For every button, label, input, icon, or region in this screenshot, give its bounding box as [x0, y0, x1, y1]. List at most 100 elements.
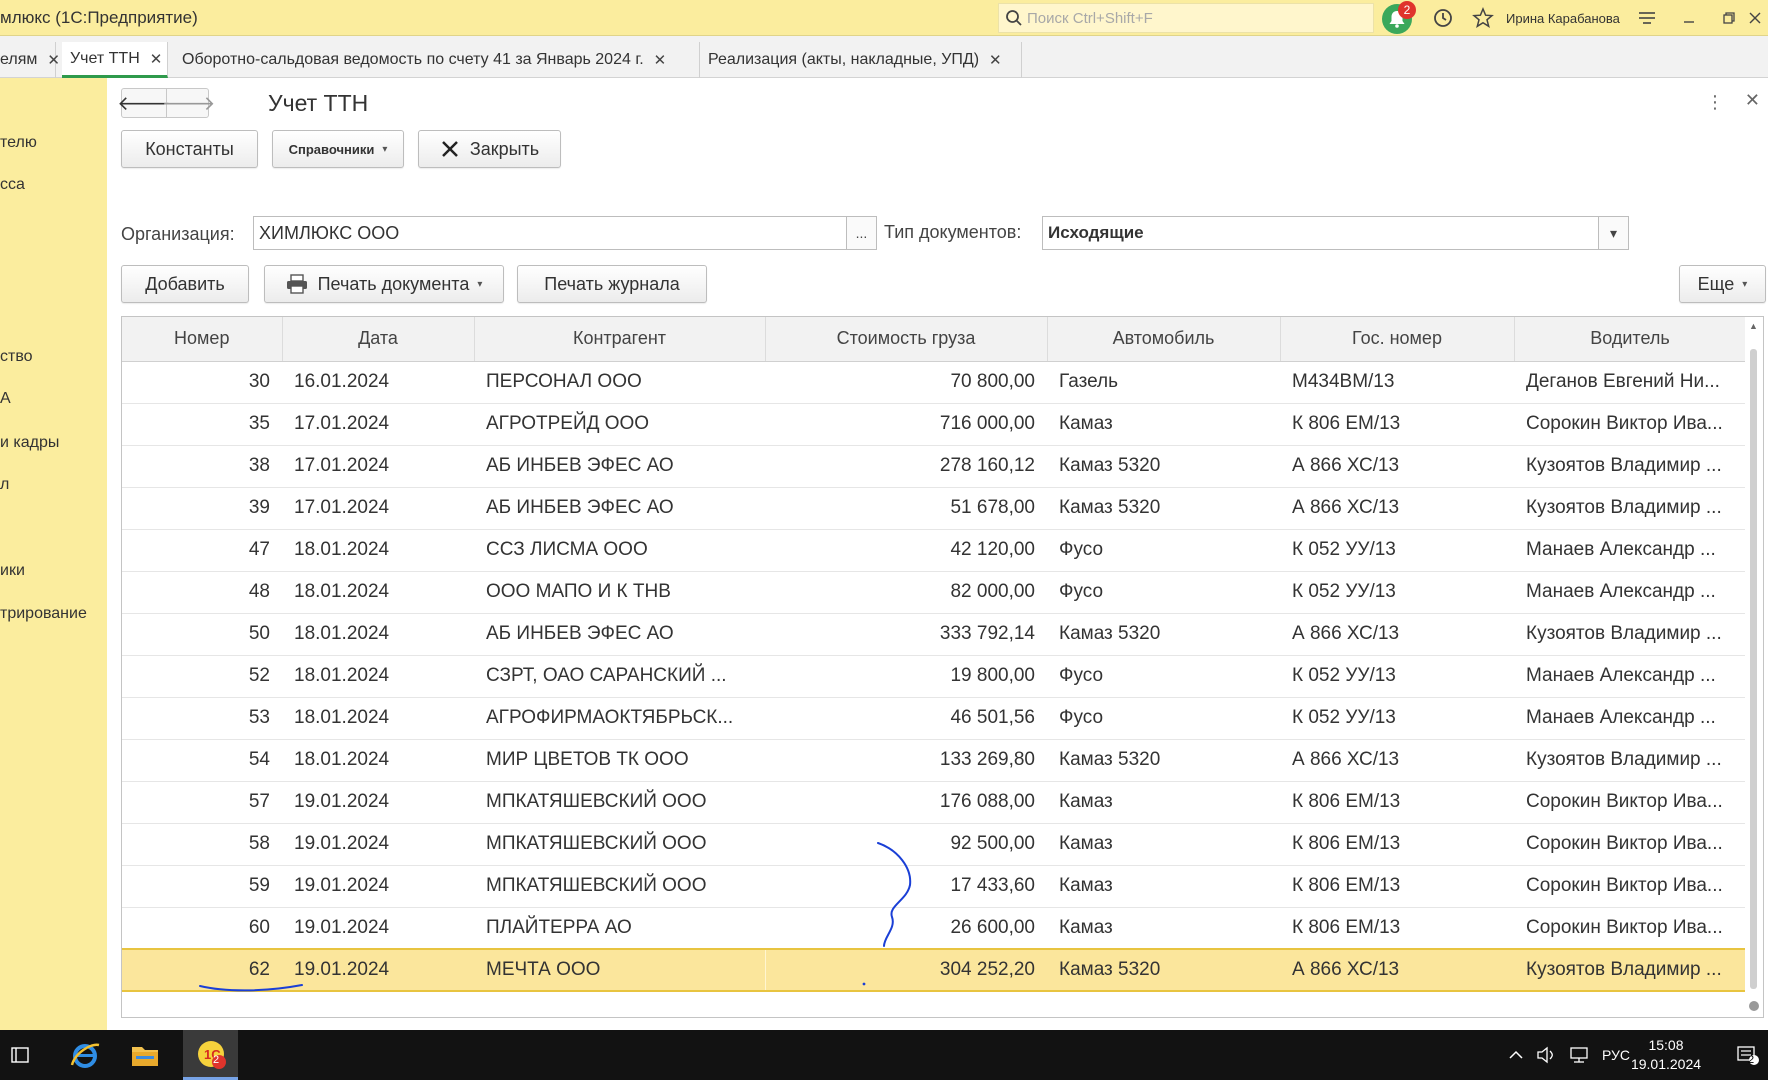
table-row[interactable]: 30 16.01.2024 ПЕРСОНАЛ ООО 70 800,00 Газель М…	[122, 361, 1746, 404]
cell-number: 38	[122, 445, 282, 488]
network-icon[interactable]	[1568, 1030, 1592, 1080]
sidebar-item[interactable]: л	[0, 476, 9, 494]
back-arrow-icon[interactable]: 🡐	[117, 89, 171, 117]
close-button[interactable]: Закрыть	[418, 130, 561, 168]
scroll-up-icon[interactable]: ▲	[1749, 321, 1758, 331]
cell-number: 30	[122, 361, 282, 404]
forward-arrow-icon[interactable]: 🡒	[162, 89, 215, 117]
table-row[interactable]: 47 18.01.2024 ССЗ ЛИСМА ООО 42 120,00 Фусо К …	[122, 529, 1746, 572]
cell-plate: А 866 ХС/13	[1280, 948, 1514, 992]
notifications-button[interactable]: 2	[1382, 1, 1416, 34]
cell-driver: Манаев Александр ...	[1514, 655, 1746, 698]
scrollbar-thumb[interactable]	[1750, 349, 1757, 989]
column-header-counterparty[interactable]: Контрагент	[474, 317, 766, 362]
close-icon[interactable]	[1740, 3, 1768, 33]
column-header-number[interactable]: Номер	[122, 317, 283, 362]
add-button[interactable]: Добавить	[121, 265, 249, 303]
taskbar: 1С 2 РУС 15:08 19.01.2024 2	[0, 1030, 1768, 1080]
minimize-icon[interactable]	[1674, 3, 1704, 33]
column-header-driver[interactable]: Водитель	[1514, 317, 1747, 362]
sidebar-item[interactable]: ство	[0, 348, 33, 366]
constants-button[interactable]: Константы	[121, 130, 258, 168]
table-row[interactable]: 53 18.01.2024 АГРОФИРМАОКТЯБРЬСК... 46 501,…	[122, 697, 1746, 740]
tab-osv[interactable]: Оборотно-сальдовая ведомость по счету 41…	[174, 42, 700, 78]
table-row[interactable]: 39 17.01.2024 АБ ИНБЕВ ЭФЕС АО 51 678,00 Кам…	[122, 487, 1746, 530]
button-label: Еще	[1697, 273, 1735, 294]
sidebar-item[interactable]: телю	[0, 134, 37, 152]
sidebar-item[interactable]: и кадры	[0, 434, 59, 452]
column-header-cost[interactable]: Стоимость груза	[765, 317, 1048, 362]
select-button[interactable]: ...	[846, 217, 876, 249]
main-panel: 🡐 🡒 Учет ТТН ⋮ ✕ Константы Справочники ▾ …	[107, 78, 1768, 1030]
volume-icon[interactable]	[1536, 1030, 1558, 1080]
cell-driver: Сорокин Виктор Ива...	[1514, 781, 1746, 824]
table-row[interactable]: 48 18.01.2024 ООО МАПО И К ТНВ 82 000,00 Фус…	[122, 571, 1746, 614]
sidebar-item[interactable]: А	[0, 390, 11, 408]
chevron-down-icon: ▾	[1742, 278, 1748, 290]
sidebar-item[interactable]: ики	[0, 562, 25, 580]
vertical-scrollbar[interactable]: ▲	[1745, 317, 1763, 1017]
chevron-down-icon[interactable]: ▾	[1598, 217, 1628, 249]
button-label: Добавить	[145, 273, 225, 294]
directories-button[interactable]: Справочники ▾	[272, 130, 404, 168]
column-header-vehicle[interactable]: Автомобиль	[1047, 317, 1281, 362]
user-name[interactable]: Ирина Карабанова	[1506, 11, 1620, 26]
cell-cost: 46 501,56	[765, 697, 1047, 740]
cell-driver: Кузоятов Владимир ...	[1514, 445, 1746, 488]
1c-icon[interactable]: 1С 2	[183, 1030, 238, 1080]
close-icon	[441, 141, 458, 157]
history-icon[interactable]	[1428, 3, 1458, 33]
organization-field[interactable]: ХИМЛЮКС ООО ...	[253, 216, 877, 250]
table-row[interactable]: 35 17.01.2024 АГРОТРЕЙД ООО 716 000,00 Камаз…	[122, 403, 1746, 446]
table-row[interactable]: 58 19.01.2024 МПКАТЯШЕВСКИЙ ООО 92 500,00 Ка…	[122, 823, 1746, 866]
chevron-up-icon[interactable]	[1508, 1030, 1524, 1080]
table-row[interactable]: 59 19.01.2024 МПКАТЯШЕВСКИЙ ООО 17 433,60 Ка…	[122, 865, 1746, 908]
table-row[interactable]: 50 18.01.2024 АБ ИНБЕВ ЭФЕС АО 333 792,14 Ка…	[122, 613, 1746, 656]
kebab-icon[interactable]: ⋮	[1706, 92, 1724, 113]
cell-vehicle: Фусо	[1047, 529, 1280, 572]
tab-realization[interactable]: Реализация (акты, накладные, УПД) ✕	[700, 42, 1022, 78]
print-document-button[interactable]: Печать документа ▾	[264, 265, 504, 303]
doc-type-select[interactable]: Исходящие ▾	[1042, 216, 1629, 250]
cell-plate: К 052 УУ/13	[1280, 529, 1514, 572]
star-icon[interactable]	[1468, 3, 1498, 33]
button-label: Справочники	[288, 141, 375, 157]
folder-icon[interactable]	[120, 1030, 170, 1080]
print-journal-button[interactable]: Печать журнала	[517, 265, 707, 303]
action-center-icon[interactable]: 2	[1736, 1030, 1760, 1080]
search-input[interactable]: Поиск Ctrl+Shift+F	[998, 3, 1374, 33]
page-title: Учет ТТН	[268, 90, 369, 116]
column-header-date[interactable]: Дата	[282, 317, 475, 362]
tab-bar: елям ✕ Учет ТТН ✕ Оборотно-сальдовая ведом…	[0, 36, 1768, 78]
column-header-plate[interactable]: Гос. номер	[1280, 317, 1515, 362]
table-row[interactable]: 57 19.01.2024 МПКАТЯШЕВСКИЙ ООО 176 088,00 К…	[122, 781, 1746, 824]
cell-vehicle: Камаз	[1047, 403, 1280, 446]
cell-date: 18.01.2024	[282, 739, 474, 782]
menu-icon[interactable]	[1632, 3, 1662, 33]
more-button[interactable]: Еще ▾	[1679, 265, 1766, 303]
cell-vehicle: Камаз	[1047, 781, 1280, 824]
task-view-icon[interactable]	[0, 1030, 40, 1080]
tab-ucet-ttn[interactable]: Учет ТТН ✕	[62, 42, 168, 78]
clock[interactable]: 15:08 19.01.2024	[1626, 1036, 1706, 1074]
close-icon[interactable]: ✕	[654, 51, 667, 69]
cell-counterparty: МИР ЦВЕТОВ ТК ООО	[474, 739, 765, 782]
table-row[interactable]: 38 17.01.2024 АБ ИНБЕВ ЭФЕС АО 278 160,12 Ка…	[122, 445, 1746, 488]
table-row[interactable]: 60 19.01.2024 ПЛАЙТЕРРА АО 26 600,00 Камаз К …	[122, 907, 1746, 950]
sidebar: телю сса ство А и кадры л ики трирование	[0, 78, 107, 1030]
cell-date: 19.01.2024	[282, 781, 474, 824]
cell-cost: 51 678,00	[765, 487, 1047, 530]
ie-icon[interactable]	[60, 1030, 110, 1080]
cell-counterparty: АБ ИНБЕВ ЭФЕС АО	[474, 613, 765, 656]
sidebar-item[interactable]: сса	[0, 176, 25, 194]
organization-value: ХИМЛЮКС ООО	[259, 222, 400, 243]
close-icon[interactable]: ✕	[989, 51, 1002, 69]
table-row[interactable]: 54 18.01.2024 МИР ЦВЕТОВ ТК ООО 133 269,80 К…	[122, 739, 1746, 782]
table-row[interactable]: 52 18.01.2024 СЗРТ, ОАО САРАНСКИЙ ... 19 80…	[122, 655, 1746, 698]
sidebar-item[interactable]: трирование	[0, 605, 87, 623]
close-icon[interactable]: ✕	[150, 50, 163, 68]
table-row[interactable]: 62 19.01.2024 МЕЧТА ООО 304 252,20 Камаз 532…	[122, 948, 1746, 992]
close-icon[interactable]: ✕	[47, 51, 60, 69]
close-icon[interactable]: ✕	[1745, 90, 1760, 111]
tab-partial[interactable]: елям ✕	[0, 42, 60, 78]
